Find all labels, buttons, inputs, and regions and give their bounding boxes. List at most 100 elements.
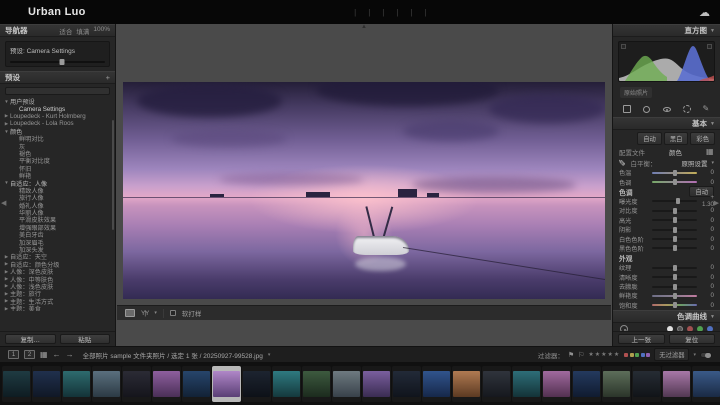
- zoom-slider-knob[interactable]: [60, 59, 65, 65]
- filmstrip-cell[interactable]: [392, 366, 421, 402]
- preset-item[interactable]: 鲜明对比: [0, 135, 115, 142]
- filmstrip-thumbnail[interactable]: [93, 371, 120, 397]
- before-after-view-icon[interactable]: Y|Y: [141, 310, 148, 317]
- slider-value[interactable]: 0: [697, 264, 714, 271]
- filmstrip-cell[interactable]: [602, 366, 631, 402]
- histogram-header[interactable]: 直方图 ▼: [613, 24, 720, 37]
- preset-item[interactable]: 旅行人像: [0, 194, 115, 201]
- collapse-left-panel-arrow[interactable]: ◀: [1, 199, 6, 207]
- previous-button[interactable]: 上一张: [618, 334, 665, 344]
- slider-knob[interactable]: [673, 208, 677, 214]
- filmstrip-cell[interactable]: [302, 366, 331, 402]
- slider-knob[interactable]: [673, 245, 677, 251]
- filmstrip-thumbnail[interactable]: [573, 371, 600, 397]
- disclosure-triangle-icon[interactable]: ▶: [3, 121, 10, 127]
- slider-value[interactable]: 0: [697, 217, 714, 224]
- filmstrip-thumbnail[interactable]: [423, 371, 450, 397]
- preset-item[interactable]: ▶ Loupedeck - Kurt Holmberg: [0, 113, 115, 120]
- slider-track[interactable]: [652, 229, 697, 231]
- filmstrip-thumbnail[interactable]: [3, 371, 30, 397]
- treatment-button[interactable]: 自动: [637, 132, 662, 145]
- grid-view-icon[interactable]: ▦: [40, 350, 48, 359]
- color-label-chip[interactable]: [646, 353, 650, 357]
- slider-knob[interactable]: [673, 265, 677, 271]
- slider-value[interactable]: 0: [697, 169, 714, 176]
- slider-knob[interactable]: [673, 227, 677, 233]
- slider-track[interactable]: [652, 295, 697, 297]
- main-window-button[interactable]: 1: [8, 350, 19, 359]
- filmstrip-thumbnail[interactable]: [363, 371, 390, 397]
- preset-item[interactable]: 精致人像: [0, 187, 115, 194]
- masking-tool-icon[interactable]: [681, 104, 692, 114]
- filmstrip-cell[interactable]: [632, 366, 661, 402]
- flag-reject-icon[interactable]: ⚐: [578, 351, 584, 359]
- filmstrip-cell[interactable]: [452, 366, 481, 402]
- filmstrip-cell[interactable]: [212, 366, 241, 402]
- preset-item[interactable]: 华丽人像: [0, 209, 115, 216]
- filter-toggle-switch[interactable]: [700, 352, 712, 358]
- slider-track[interactable]: [652, 238, 697, 240]
- brush-tool-icon[interactable]: ✎: [701, 104, 712, 114]
- filmstrip-cell[interactable]: [92, 366, 121, 402]
- color-label-chip[interactable]: [624, 353, 628, 357]
- preset-item[interactable]: 灰: [0, 142, 115, 149]
- slider-value[interactable]: 0: [697, 179, 714, 186]
- filmstrip-thumbnail[interactable]: [63, 371, 90, 397]
- slider-track[interactable]: [652, 200, 697, 202]
- disclosure-triangle-icon[interactable]: ▼: [3, 129, 10, 134]
- slider-value[interactable]: 0: [697, 245, 714, 252]
- preset-item[interactable]: 增强眼部效果: [0, 224, 115, 231]
- zoom-option[interactable]: 100%: [93, 26, 110, 36]
- preset-item[interactable]: Camera Settings: [0, 105, 115, 112]
- filmstrip-thumbnail[interactable]: [603, 371, 630, 397]
- slider-knob[interactable]: [673, 284, 677, 290]
- filmstrip-cell[interactable]: [242, 366, 271, 402]
- slider-knob[interactable]: [673, 293, 677, 299]
- filmstrip-cell[interactable]: [362, 366, 391, 402]
- healing-tool-icon[interactable]: [641, 104, 652, 114]
- crop-tool-icon[interactable]: [621, 104, 632, 114]
- treatment-button[interactable]: 黑白: [664, 132, 689, 145]
- preset-item[interactable]: 平衡对比度: [0, 157, 115, 164]
- preset-item[interactable]: 平滑皮肤效果: [0, 216, 115, 223]
- loupe-view-icon[interactable]: [125, 309, 135, 317]
- slider-knob[interactable]: [673, 217, 677, 223]
- preset-item[interactable]: 婚礼人像: [0, 201, 115, 208]
- filmstrip-thumbnail[interactable]: [333, 371, 360, 397]
- navigator-preview[interactable]: 预设: Camera Settings: [5, 41, 110, 67]
- slider-knob[interactable]: [673, 236, 677, 242]
- tone-curve-header[interactable]: 色调曲线 ▼: [613, 310, 720, 323]
- slider-track[interactable]: [652, 172, 697, 174]
- filmstrip-cell[interactable]: [32, 366, 61, 402]
- filmstrip-source-breadcrumb[interactable]: 全部照片 sample 文件夹照片 / 选定 1 张 / 20250927-99…: [83, 350, 263, 360]
- preset-item[interactable]: ▶ 主题：美食: [0, 305, 115, 311]
- slider-value[interactable]: 0: [697, 292, 714, 299]
- flag-pick-icon[interactable]: ⚑: [568, 351, 574, 359]
- collapse-top-panel-arrow[interactable]: ▲: [361, 24, 367, 30]
- disclosure-triangle-icon[interactable]: ▶: [3, 261, 10, 267]
- color-label-chip[interactable]: [635, 353, 639, 357]
- filmstrip-thumbnail[interactable]: [303, 371, 330, 397]
- copy-settings-button[interactable]: 复制…: [5, 334, 56, 344]
- filmstrip-cell[interactable]: [692, 366, 720, 402]
- navigator-header[interactable]: 导航器 适合填满100%: [0, 24, 115, 37]
- filmstrip-cell[interactable]: [572, 366, 601, 402]
- basic-collapse-arrow[interactable]: ▼: [710, 121, 715, 127]
- slider-value[interactable]: 0: [697, 226, 714, 233]
- back-arrow-icon[interactable]: ←: [53, 350, 61, 359]
- filmstrip-cell[interactable]: [512, 366, 541, 402]
- filmstrip-thumbnail[interactable]: [213, 371, 240, 397]
- profile-value-dropdown[interactable]: 颜色: [669, 147, 682, 157]
- color-label-chip[interactable]: [630, 353, 634, 357]
- redeye-tool-icon[interactable]: [661, 104, 672, 114]
- slider-track[interactable]: [652, 181, 697, 183]
- filmstrip-thumbnail[interactable]: [243, 371, 270, 397]
- slider-track[interactable]: [652, 219, 697, 221]
- disclosure-triangle-icon[interactable]: ▶: [3, 283, 10, 289]
- slider-value[interactable]: 0: [697, 207, 714, 214]
- filmstrip-cell[interactable]: [422, 366, 451, 402]
- filmstrip-cell[interactable]: [482, 366, 511, 402]
- filmstrip-thumbnail[interactable]: [693, 371, 720, 397]
- filmstrip-thumbnail[interactable]: [663, 371, 690, 397]
- filmstrip-thumbnail[interactable]: [393, 371, 420, 397]
